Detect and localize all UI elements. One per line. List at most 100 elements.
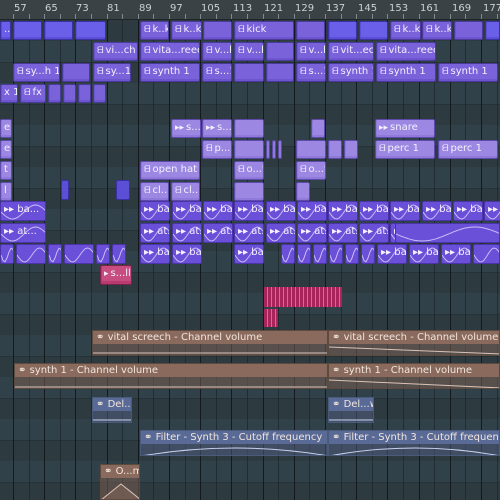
bass-clip[interactable]: ▸▸ ba... xyxy=(140,201,170,221)
pattern-clip[interactable] xyxy=(234,63,264,82)
bass-clip[interactable]: ▸▸ ba... xyxy=(359,201,389,221)
pattern-clip[interactable] xyxy=(296,21,325,40)
bass-clip[interactable]: ▸▸ ba... xyxy=(328,201,358,221)
pattern-clip[interactable] xyxy=(311,119,325,138)
pattern-clip-snare[interactable]: ▸▸ snare xyxy=(375,119,435,138)
bass-clip[interactable]: ▸▸ ba... xyxy=(203,201,233,221)
pattern-clip[interactable] xyxy=(234,140,264,159)
pattern-clip-s1a[interactable]: ᗺs...1 xyxy=(202,63,232,82)
lead-clip[interactable]: ▸▸ ba... xyxy=(172,244,202,264)
pattern-clip-s1b[interactable]: ᗺs...1 xyxy=(296,63,326,82)
lead-clip[interactable] xyxy=(329,244,343,264)
bass-clip[interactable]: ▸▸ ba... xyxy=(266,201,296,221)
arp-clip[interactable]: ▸▸ at... xyxy=(266,223,296,243)
lead-clip[interactable] xyxy=(16,244,46,264)
lead-clip[interactable] xyxy=(473,244,500,264)
pattern-clip-ot1[interactable]: ᗺ o...t xyxy=(234,161,264,180)
pattern-clip-x1[interactable]: x 1 xyxy=(0,84,18,103)
pattern-clip[interactable] xyxy=(48,84,61,103)
pattern-clip[interactable] xyxy=(328,140,342,159)
bass-clip[interactable]: ▸▸ ba... xyxy=(172,201,202,221)
pattern-clip[interactable] xyxy=(234,119,264,138)
pattern-clip-fx1[interactable]: ᗺfx 1 xyxy=(20,84,46,103)
pattern-clip-syh1[interactable]: ᗺ sy...h 1 xyxy=(13,63,60,82)
pattern-clip[interactable] xyxy=(203,21,232,40)
pattern-clip-kk3[interactable]: ᗺ k..k xyxy=(390,21,421,40)
bass-clip[interactable]: ▸▸ ba... xyxy=(234,201,264,221)
pattern-clip-sll[interactable]: ▸ s...ll xyxy=(100,265,132,285)
arp-clip[interactable]: ▸▸ at... xyxy=(0,223,46,243)
pattern-clip-e2[interactable]: e xyxy=(0,140,12,159)
pattern-clip[interactable] xyxy=(296,140,326,159)
arp-clip[interactable]: ▸▸ at... xyxy=(203,223,233,243)
pattern-clip-se1[interactable]: ▸▸s...e xyxy=(171,119,201,138)
lead-clip[interactable]: ▸▸ ba... xyxy=(409,244,439,264)
bass-clip[interactable]: ▸▸ ba... xyxy=(297,201,327,221)
pattern-clip-t1[interactable]: t xyxy=(0,161,12,180)
arp-clip[interactable]: ▸▸ at... xyxy=(172,223,202,243)
pattern-clip-vitech[interactable]: ᗺvit...ech xyxy=(328,42,374,61)
lead-clip[interactable] xyxy=(281,244,295,264)
pattern-clip[interactable] xyxy=(485,21,500,40)
automation-vital-volume[interactable]: ⚭ vital screech - Channel volume xyxy=(92,330,328,356)
lead-clip[interactable]: ▸▸ ba... xyxy=(234,244,264,264)
lead-clip[interactable] xyxy=(361,244,375,264)
pattern-clip-kk4[interactable]: ᗺ k..k xyxy=(422,21,452,40)
lead-clip[interactable]: ▸▸ ba... xyxy=(441,244,471,264)
pattern-clip[interactable] xyxy=(454,21,483,40)
pattern-clip-kk2[interactable]: ᗺ k..k xyxy=(171,21,202,40)
pattern-clip[interactable] xyxy=(328,21,357,40)
pattern-clip[interactable] xyxy=(116,180,130,200)
pattern-clip-vita2[interactable]: ᗺvita...reech xyxy=(376,42,436,61)
pink-pattern-stub[interactable] xyxy=(264,309,278,327)
arp-clip[interactable] xyxy=(395,223,500,243)
bass-clip[interactable]: ▸▸ ba... xyxy=(0,201,46,221)
automation-filter[interactable]: ⚭ Filter - Synth 3 - Cutoff frequency xyxy=(140,430,328,456)
pattern-clip[interactable] xyxy=(272,140,276,159)
pattern-clip-perc1a[interactable]: ᗺ perc 1 xyxy=(375,140,435,159)
lead-clip[interactable] xyxy=(313,244,327,264)
pattern-clip[interactable] xyxy=(296,182,310,201)
automation-synth-volume-2[interactable]: ⚭ synth 1 - Channel volume xyxy=(328,363,500,389)
lead-clip[interactable] xyxy=(64,244,94,264)
arp-clip[interactable]: ▸▸ at... xyxy=(140,223,170,243)
pattern-clip[interactable] xyxy=(93,84,106,103)
playlist-grid[interactable]: ... ᗺk..k ᗺk..k ᗺkick ᗺk..k ᗺk..k ᗺvi...… xyxy=(0,20,500,500)
automation-filter-2[interactable]: ⚭ Filter - Synth 3 - Cutoff frequency xyxy=(328,430,500,456)
pattern-clip-vh1[interactable]: ᗺv...h xyxy=(202,42,232,61)
pattern-clip-vich[interactable]: ᗺ vi...ch xyxy=(93,42,138,61)
automation-ome[interactable]: ⚭ O...me xyxy=(100,464,140,500)
pattern-clip[interactable]: ... xyxy=(0,21,11,40)
pattern-clip-se2[interactable]: ▸▸s...e xyxy=(202,119,232,138)
bass-clip[interactable]: ▸▸ ba... xyxy=(453,201,483,221)
lead-clip[interactable] xyxy=(345,244,359,264)
pattern-clip-openhat[interactable]: ᗺ open hat xyxy=(140,161,200,180)
arp-clip[interactable]: ▸▸ at... xyxy=(234,223,264,243)
pattern-clip[interactable] xyxy=(44,21,73,40)
timeline-ruler[interactable]: 57 65 73 81 89 97 105 113 121 129 137 14… xyxy=(0,0,500,20)
lead-clip[interactable] xyxy=(0,244,14,264)
automation-del-wet[interactable]: ⚭ Del...wet xyxy=(328,397,374,423)
bass-clip[interactable]: ▸▸ ba... xyxy=(484,201,500,221)
arp-clip[interactable]: ▸▸ at... xyxy=(359,223,389,243)
pattern-clip-synth1b[interactable]: ᗺsynth 1 xyxy=(328,63,374,82)
lead-clip[interactable]: ▸▸ ba... xyxy=(377,244,407,264)
pattern-clip[interactable] xyxy=(61,180,69,200)
lead-clip[interactable]: ▸▸ ba... xyxy=(140,244,170,264)
pattern-clip-l1[interactable]: l xyxy=(0,182,12,201)
pattern-clip-vh2[interactable]: ᗺv...h xyxy=(234,42,264,61)
arp-clip[interactable]: ▸▸ at... xyxy=(328,223,358,243)
pattern-clip-e1[interactable]: e xyxy=(0,119,12,138)
pink-pattern-block[interactable] xyxy=(264,287,342,307)
pattern-clip[interactable] xyxy=(75,21,106,40)
pattern-clip[interactable] xyxy=(63,84,76,103)
lead-clip[interactable] xyxy=(297,244,311,264)
pattern-clip[interactable] xyxy=(234,182,264,201)
pattern-clip-clt2[interactable]: ᗺcl...t xyxy=(171,182,200,201)
pattern-clip[interactable] xyxy=(266,140,270,159)
pattern-clip[interactable] xyxy=(344,140,358,159)
arp-clip[interactable]: ▸▸ at... xyxy=(297,223,327,243)
pattern-clip-vh3[interactable]: ᗺv...h xyxy=(296,42,326,61)
automation-del-et[interactable]: ⚭ Del...et xyxy=(92,397,132,423)
pattern-clip-vita1[interactable]: ᗺvita...reech xyxy=(140,42,200,61)
